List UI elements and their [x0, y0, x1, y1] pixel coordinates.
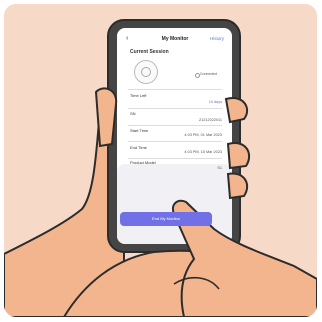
detail-label-start-time: Start Time — [130, 128, 149, 133]
detail-label-product-model: Product Model — [130, 160, 156, 165]
section-heading: Current Session — [130, 49, 169, 55]
detail-label-time-left: Time Left — [130, 93, 147, 98]
detail-value-product-model: S1 — [217, 166, 222, 170]
detail-label-sn: SN — [130, 111, 136, 116]
illustration-frame: ‹ My Monitor History Current Session Con… — [4, 4, 317, 317]
right-finger-3 — [226, 172, 249, 200]
detail-value-start-time: 4:03 PM, 01 Mar 2023 — [184, 133, 222, 137]
detail-value-time-left: 10 days — [208, 100, 222, 104]
divider — [128, 125, 222, 126]
divider — [128, 158, 222, 159]
detail-label-end-time: End Time — [130, 145, 147, 150]
app-screen: ‹ My Monitor History Current Session Con… — [120, 30, 230, 242]
left-thumb — [94, 87, 118, 148]
divider — [128, 141, 222, 142]
connection-status: Connected — [200, 72, 217, 76]
detail-value-end-time: 4:03 PM, 15 Mar 2023 — [184, 150, 222, 154]
right-finger-2 — [226, 142, 251, 170]
end-monitor-button[interactable]: End My Monitor — [120, 212, 212, 226]
history-link[interactable]: History — [210, 36, 224, 42]
detail-value-sn: 21212022011 — [199, 118, 222, 122]
divider — [128, 89, 222, 90]
divider — [128, 108, 222, 109]
monitor-device-icon — [134, 60, 158, 84]
